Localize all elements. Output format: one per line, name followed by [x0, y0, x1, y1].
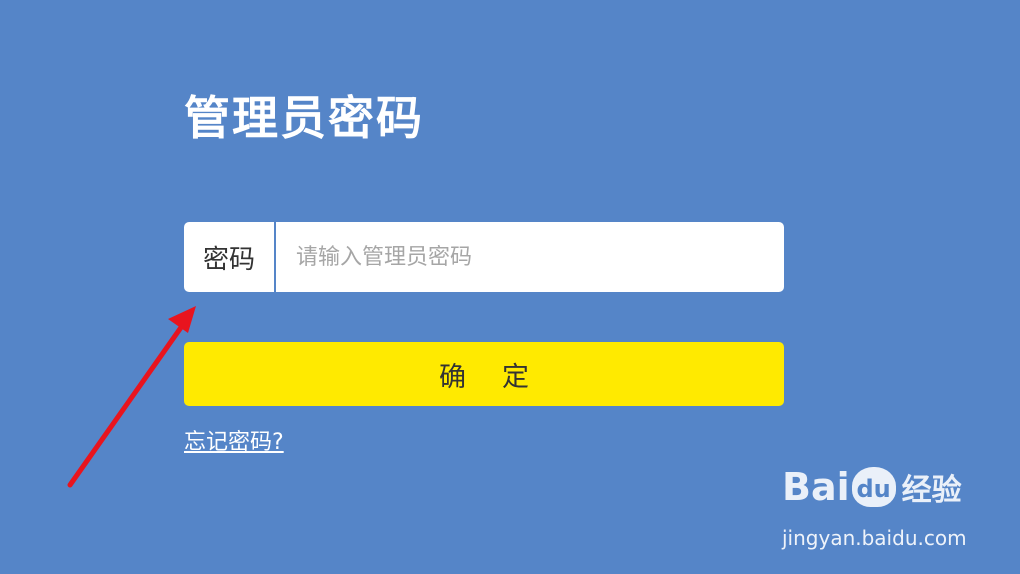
page-title: 管理员密码: [184, 91, 424, 145]
password-label: 密码: [184, 222, 276, 292]
baidu-jingyan-watermark: Bai du 经验 jingyan.baidu.com: [782, 462, 972, 558]
confirm-button[interactable]: 确定: [184, 342, 784, 406]
watermark-brand-jingyan: 经验: [901, 473, 962, 508]
annotation-arrow-head: [168, 306, 196, 333]
password-field-group: 密码: [184, 222, 784, 292]
watermark-logo: Bai du 经验: [782, 462, 962, 516]
forgot-password-link[interactable]: 忘记密码?: [184, 424, 284, 456]
password-input[interactable]: [276, 222, 784, 292]
watermark-url: jingyan.baidu.com: [782, 526, 967, 550]
watermark-paw-du: du: [851, 467, 896, 507]
watermark-brand-bai: Bai: [782, 465, 850, 509]
annotation-arrow-shaft: [67, 323, 185, 488]
